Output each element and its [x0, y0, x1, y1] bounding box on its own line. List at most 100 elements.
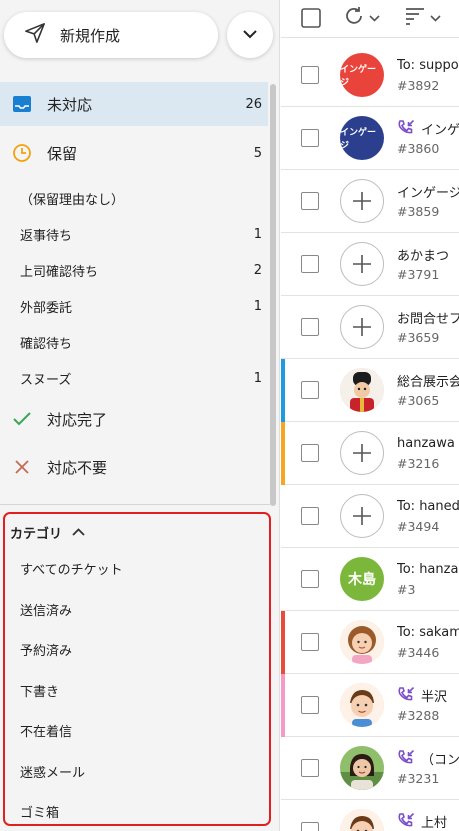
sidebar-item-count: 5: [253, 145, 262, 161]
category-item[interactable]: すべてのチケット: [20, 556, 123, 580]
refresh-button[interactable]: [343, 6, 380, 30]
category-item[interactable]: 送信済み: [20, 597, 72, 621]
avatar: インゲージ: [340, 116, 384, 160]
add-contact-avatar[interactable]: [340, 179, 384, 223]
ticket-priority-bar: [281, 674, 285, 737]
sidebar-item-done[interactable]: 対応完了: [0, 397, 268, 441]
ticket-checkbox[interactable]: [301, 192, 319, 210]
hold-reason-none[interactable]: （保留理由なし）: [0, 180, 268, 216]
new-ticket-label: 新規作成: [60, 26, 121, 45]
ticket-priority-bar: [281, 422, 285, 485]
ticket-title: 半沢: [397, 686, 459, 704]
sort-icon: [405, 7, 425, 29]
sidebar-divider: [0, 504, 270, 505]
ticket-row[interactable]: To: haned #3494: [281, 485, 459, 548]
hold-reason-awaiting-confirm[interactable]: 確認待ち: [0, 324, 268, 360]
ticket-checkbox[interactable]: [301, 570, 319, 588]
avatar-text: インゲージ: [340, 65, 377, 88]
ticket-row[interactable]: インゲージ #3859: [281, 170, 459, 233]
ticket-row[interactable]: 半沢 #3288: [281, 674, 459, 737]
ticket-row[interactable]: （コン #3231: [281, 737, 459, 800]
ticket-title-text: 半沢: [421, 689, 448, 705]
ticket-row[interactable]: あかまつ #3791: [281, 233, 459, 296]
hold-reason-label: （保留理由なし）: [20, 192, 125, 208]
ticket-title-text: To: hanza: [397, 561, 459, 577]
refresh-icon: [343, 5, 365, 31]
ticket-checkbox[interactable]: [301, 633, 319, 651]
hold-reason-label: 返事待ち: [20, 228, 73, 244]
ticket-checkbox[interactable]: [301, 66, 319, 84]
sidebar-item-on-hold[interactable]: 保留 5: [0, 131, 268, 175]
ticket-checkbox[interactable]: [301, 129, 319, 147]
ticket-list-toolbar: [281, 0, 459, 38]
ticket-number: #3659: [397, 330, 440, 345]
ticket-number: #3065: [397, 393, 440, 408]
sidebar-item-label: 未対応: [47, 95, 93, 114]
ticket-priority-bar: [281, 359, 285, 422]
ticket-row[interactable]: 上村: [281, 800, 459, 831]
hold-reason-count: 1: [253, 370, 262, 386]
ticket-title: （コン: [397, 749, 459, 767]
ticket-title-text: （コン: [421, 752, 459, 768]
ticket-priority-bar: [281, 611, 285, 674]
ticket-checkbox[interactable]: [301, 696, 319, 714]
ticket-checkbox[interactable]: [301, 507, 319, 525]
ticket-row[interactable]: To: sakam #3446: [281, 611, 459, 674]
hold-reason-snooze[interactable]: スヌーズ 1: [0, 360, 268, 396]
ticket-checkbox[interactable]: [301, 822, 319, 831]
add-contact-avatar[interactable]: [340, 305, 384, 349]
ticket-checkbox[interactable]: [301, 318, 319, 336]
sort-button[interactable]: [405, 6, 441, 30]
avatar-text: 木島: [348, 572, 376, 588]
ticket-checkbox[interactable]: [301, 255, 319, 273]
new-ticket-button[interactable]: 新規作成: [4, 12, 218, 58]
ticket-number: #3216: [397, 456, 440, 471]
sidebar-item-not-needed[interactable]: 対応不要: [0, 445, 268, 489]
ticket-title-text: インゲージ: [397, 185, 459, 201]
chevron-down-icon: [243, 28, 257, 43]
category-item[interactable]: 迷惑メール: [20, 759, 85, 783]
ticket-title: To: suppo: [397, 56, 459, 74]
avatar-text: インゲージ: [340, 128, 377, 151]
avatar: [340, 809, 384, 831]
select-all-checkbox[interactable]: [301, 6, 321, 30]
add-contact-avatar[interactable]: [340, 242, 384, 286]
sidebar-item-unhandled[interactable]: 未対応 26: [0, 82, 268, 126]
add-contact-avatar[interactable]: [340, 494, 384, 538]
category-item[interactable]: 不在着信: [20, 718, 72, 742]
category-item[interactable]: ゴミ箱: [20, 799, 59, 823]
ticket-number: #3892: [397, 78, 440, 93]
chevron-down-icon: [369, 11, 380, 26]
ticket-number: #3494: [397, 519, 440, 534]
sidebar-scrollbar[interactable]: [270, 84, 276, 506]
sidebar-item-label: 対応不要: [47, 458, 108, 477]
ticket-row[interactable]: hanzawa #3216: [281, 422, 459, 485]
ticket-checkbox[interactable]: [301, 444, 319, 462]
category-item[interactable]: 予約済み: [20, 637, 72, 661]
ticket-list: インゲージ To: suppo #3892 インゲージ インゲ #3860 インゲージ #38…: [281, 0, 459, 831]
ticket-checkbox[interactable]: [301, 381, 319, 399]
ticket-row[interactable]: お問合せフ #3659: [281, 296, 459, 359]
hold-reason-boss-check[interactable]: 上司確認待ち 2: [0, 252, 268, 288]
add-contact-avatar[interactable]: [340, 431, 384, 475]
avatar: インゲージ: [340, 53, 384, 97]
missed-call-icon: [397, 750, 415, 766]
new-ticket-dropdown-button[interactable]: [227, 12, 273, 58]
hold-reason-label: 外部委託: [20, 300, 73, 316]
category-header[interactable]: カテゴリ: [10, 521, 85, 543]
ticket-title: インゲージ: [397, 182, 459, 201]
hold-reason-label: スヌーズ: [20, 372, 72, 388]
ticket-row[interactable]: インゲージ インゲ #3860: [281, 107, 459, 170]
hold-reason-label: 上司確認待ち: [20, 264, 99, 280]
ticket-checkbox[interactable]: [301, 759, 319, 777]
hold-reason-outsourced[interactable]: 外部委託 1: [0, 288, 268, 324]
ticket-row[interactable]: インゲージ To: suppo #3892: [281, 44, 459, 107]
category-item[interactable]: 下書き: [20, 678, 59, 702]
ticket-number: #3859: [397, 204, 440, 219]
ticket-title-text: 上村: [421, 815, 448, 831]
ticket-row[interactable]: 木島 To: hanza #3: [281, 548, 459, 611]
plus-icon: [351, 316, 373, 338]
hold-reason-awaiting-reply[interactable]: 返事待ち 1: [0, 216, 268, 252]
check-icon: [12, 409, 32, 429]
ticket-row[interactable]: 総合展示会 #3065: [281, 359, 459, 422]
